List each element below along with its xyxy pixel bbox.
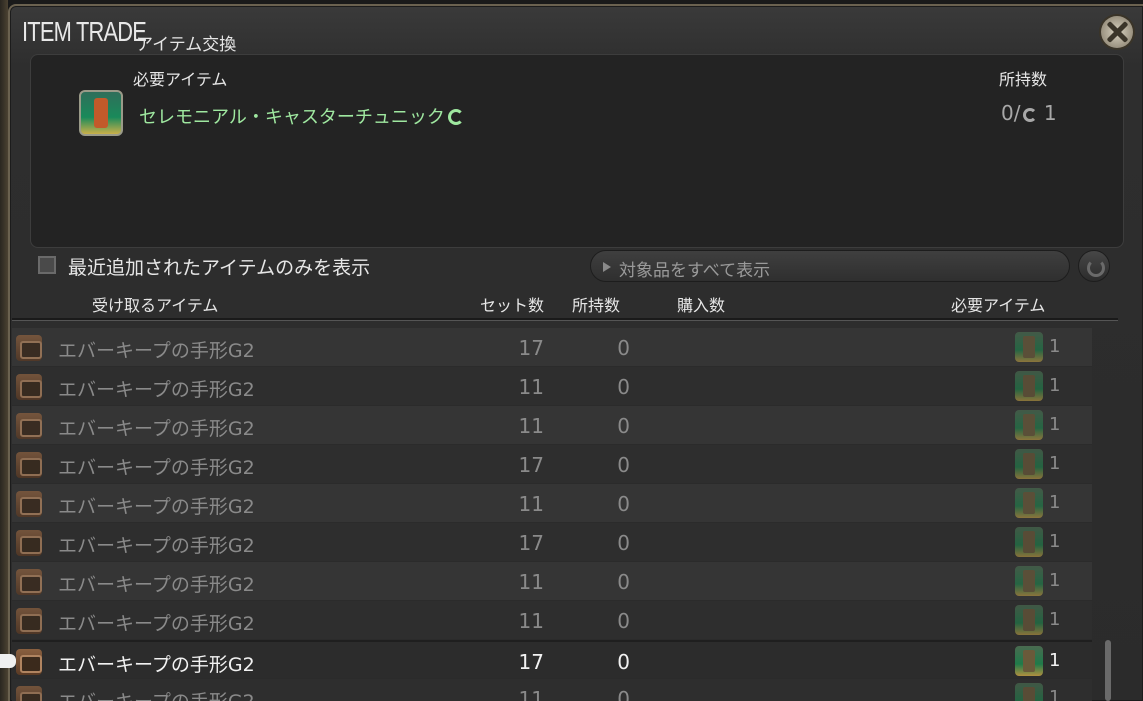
row-owned-count: 0 (617, 687, 630, 701)
chest-icon (16, 413, 42, 439)
chest-icon (16, 569, 42, 595)
row-required-count: 1 (1049, 336, 1061, 357)
owned-value: 0/ (1001, 101, 1021, 125)
row-item-name: エバーキープの手形G2 (58, 535, 255, 557)
list-divider (12, 318, 1118, 321)
row-owned-count: 0 (617, 492, 630, 516)
column-owned: 所持数 (572, 296, 621, 315)
window-subtitle: アイテム交換 (136, 35, 237, 55)
row-item-name: エバーキープの手形G2 (58, 418, 255, 440)
chest-icon (16, 649, 42, 675)
column-set: セット数 (480, 296, 545, 315)
row-set-count: 11 (518, 687, 544, 701)
required-item-icon[interactable] (1015, 605, 1043, 635)
required-item-icon[interactable] (1015, 410, 1043, 440)
required-owned-count: 0/ 1 (1001, 101, 1057, 125)
required-item-icon[interactable] (1015, 566, 1043, 596)
row-set-count: 11 (518, 375, 544, 399)
table-row[interactable]: エバーキープの手形G2 11 0 1 (12, 367, 1092, 406)
table-row-selected[interactable]: エバーキープの手形G2 17 0 1 (12, 640, 1092, 679)
row-set-count: 17 (518, 336, 544, 360)
chest-icon (16, 608, 42, 634)
row-required-count: 1 (1049, 492, 1061, 513)
row-owned-count: 0 (617, 609, 630, 633)
required-item-icon[interactable] (1015, 449, 1043, 479)
row-item-name: エバーキープの手形G2 (58, 654, 255, 676)
row-owned-count: 0 (617, 336, 630, 360)
required-item-icon[interactable] (1015, 646, 1043, 676)
hand-pointer-icon (0, 654, 16, 668)
column-required: 必要アイテム (951, 296, 1046, 315)
required-item-icon[interactable] (1015, 488, 1043, 518)
row-owned-count: 0 (617, 570, 630, 594)
window-title: ITEM TRADE (22, 16, 147, 47)
required-item-icon[interactable] (1015, 332, 1043, 362)
row-set-count: 17 (518, 531, 544, 555)
row-required-count: 1 (1049, 453, 1061, 474)
tunic-item-icon[interactable] (79, 90, 123, 136)
required-item-icon[interactable] (1015, 527, 1043, 557)
table-row[interactable]: エバーキープの手形G2 11 0 1 (12, 406, 1092, 445)
row-set-count: 17 (518, 453, 544, 477)
chest-icon (16, 491, 42, 517)
row-owned-count: 0 (617, 453, 630, 477)
hq-icon (447, 109, 464, 125)
row-required-count: 1 (1049, 375, 1061, 396)
owned-required-value: 1 (1043, 101, 1057, 125)
row-owned-count: 0 (617, 414, 630, 438)
chest-icon (16, 335, 42, 361)
row-set-count: 11 (518, 414, 544, 438)
row-item-name: エバーキープの手形G2 (58, 687, 255, 701)
required-item-icon[interactable] (1015, 371, 1043, 401)
owned-count-header: 所持数 (999, 70, 1048, 89)
required-item-icon[interactable] (1015, 683, 1043, 701)
list-scrollbar[interactable] (1105, 640, 1111, 701)
row-required-count: 1 (1049, 570, 1061, 591)
row-owned-count: 0 (617, 375, 630, 399)
row-item-name: エバーキープの手形G2 (58, 457, 255, 479)
required-item-name-text: セレモニアル・キャスターチュニック (139, 107, 445, 128)
filter-dropdown-value: 対象品をすべて表示 (619, 261, 771, 281)
column-purchase: 購入数 (677, 296, 726, 315)
chest-icon (16, 530, 42, 556)
row-set-count: 11 (518, 609, 544, 633)
close-button[interactable] (1101, 16, 1133, 48)
table-row[interactable]: エバーキープの手形G2 11 0 1 (12, 679, 1092, 701)
column-receive: 受け取るアイテム (92, 296, 219, 315)
recent-items-checkbox[interactable] (38, 256, 56, 274)
row-item-name: エバーキープの手形G2 (58, 379, 255, 401)
table-row[interactable]: エバーキープの手形G2 17 0 1 (12, 328, 1092, 367)
row-required-count: 1 (1049, 650, 1061, 671)
row-set-count: 11 (518, 570, 544, 594)
left-window-edge (0, 0, 8, 701)
row-required-count: 1 (1049, 531, 1061, 552)
required-item-name[interactable]: セレモニアル・キャスターチュニック (139, 103, 464, 129)
row-owned-count: 0 (617, 531, 630, 555)
row-required-count: 1 (1049, 687, 1061, 701)
row-item-name: エバーキープの手形G2 (58, 496, 255, 518)
table-row[interactable]: エバーキープの手形G2 17 0 1 (12, 445, 1092, 484)
row-set-count: 17 (518, 650, 544, 674)
row-item-name: エバーキープの手形G2 (58, 613, 255, 635)
row-required-count: 1 (1049, 414, 1061, 435)
trade-item-list: エバーキープの手形G2 17 0 1 エバーキープの手形G2 11 0 1 エバ… (12, 328, 1092, 701)
refresh-button[interactable] (1078, 250, 1110, 282)
table-row[interactable]: エバーキープの手形G2 11 0 1 (12, 562, 1092, 601)
row-item-name: エバーキープの手形G2 (58, 574, 255, 596)
row-item-name: エバーキープの手形G2 (58, 340, 255, 362)
chest-icon (16, 686, 42, 701)
row-required-count: 1 (1049, 609, 1061, 630)
required-item-panel: 必要アイテム 所持数 セレモニアル・キャスターチュニック 0/ 1 (30, 54, 1124, 248)
hq-icon (1023, 108, 1038, 122)
filter-dropdown[interactable]: 対象品をすべて表示 (590, 250, 1070, 282)
row-owned-count: 0 (617, 650, 630, 674)
chest-icon (16, 374, 42, 400)
table-row[interactable]: エバーキープの手形G2 11 0 1 (12, 601, 1092, 640)
table-row[interactable]: エバーキープの手形G2 11 0 1 (12, 484, 1092, 523)
required-item-header: 必要アイテム (133, 70, 228, 89)
recent-items-label[interactable]: 最近追加されたアイテムのみを表示 (68, 253, 370, 280)
table-row[interactable]: エバーキープの手形G2 17 0 1 (12, 523, 1092, 562)
row-set-count: 11 (518, 492, 544, 516)
chest-icon (16, 452, 42, 478)
